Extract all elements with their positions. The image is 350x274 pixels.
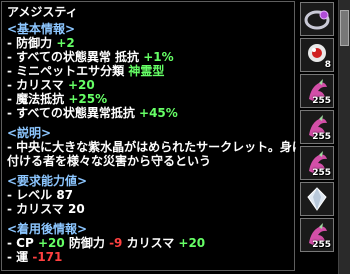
stat-line: - 魔法抵抗 +25% [7, 92, 108, 106]
stat-line: - すべての状態異常 抵抗 +1% [7, 50, 174, 64]
stat-line: - すべての状態異常抵抗 +45% [7, 106, 178, 120]
item-tooltip: アメジスティ <基本情報> - 防御力 +2 - すべての状態異常 抵抗 +1%… [1, 1, 304, 271]
after-equip-line: - CP +20 防御力 -9 カリスマ +20 [7, 236, 206, 250]
item-name: アメジスティ [7, 5, 78, 19]
stat-line: - 防御力 +2 [7, 36, 75, 50]
ring-icon [304, 10, 330, 30]
stat-line: - カリスマ +20 [7, 78, 95, 92]
after-equip-line: - 運 -171 [7, 250, 63, 264]
description-header: <説明> [7, 126, 52, 140]
inventory-slot[interactable]: 255 [300, 218, 334, 252]
inventory-slot[interactable]: 8 [300, 38, 334, 72]
inventory-slot[interactable]: 255 [300, 146, 334, 180]
requirement-line: - カリスマ 20 [7, 202, 85, 216]
after-equip-header: <着用後情報> [7, 222, 88, 236]
inventory-slot[interactable] [300, 182, 334, 216]
scrollbar-thumb[interactable] [340, 10, 349, 46]
stat-line: - ミニペットエサ分類 神霊型 [7, 64, 165, 78]
description-line: - 中央に大きな紫水晶がはめられたサークレット。身に [7, 140, 304, 154]
inventory-slot[interactable]: 255 [300, 74, 334, 108]
inventory-slot[interactable] [300, 2, 334, 36]
inventory-slot[interactable]: 255 [300, 110, 334, 144]
requirement-line: - レベル 87 [7, 188, 74, 202]
basic-info-header: <基本情報> [7, 22, 76, 36]
inventory-scrollbar[interactable] [338, 0, 350, 274]
description-line: 付ける者を様々な災害から守るという [7, 154, 212, 168]
requirements-header: <要求能力値> [7, 174, 88, 188]
gem-icon [307, 187, 327, 211]
